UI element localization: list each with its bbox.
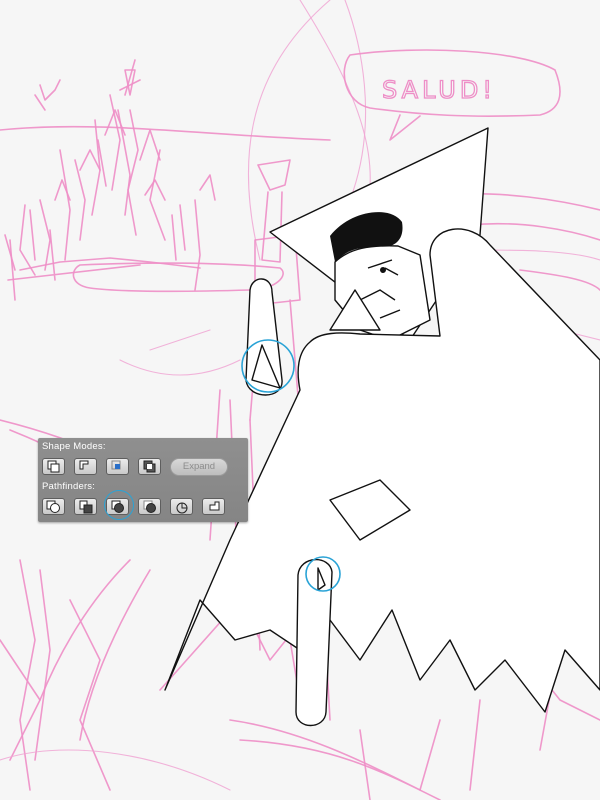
leg-shape: [295, 558, 333, 727]
merge-button-highlight: [104, 490, 134, 520]
outline-icon: [176, 502, 188, 514]
crop-button[interactable]: [138, 498, 161, 515]
divide-button[interactable]: [42, 498, 65, 515]
intersect-button[interactable]: [106, 458, 129, 475]
exclude-icon: [143, 460, 156, 473]
unite-icon: [47, 460, 60, 473]
unite-button[interactable]: [42, 458, 65, 475]
minus-front-icon: [79, 460, 89, 470]
left-arm-shape: [245, 278, 283, 396]
artboard-canvas[interactable]: SALUD!: [0, 0, 600, 800]
outline-button[interactable]: [170, 498, 193, 515]
minus-back-button[interactable]: [202, 498, 225, 515]
divide-icon: [46, 500, 60, 513]
minus-front-button[interactable]: [74, 458, 97, 475]
intersect-icon: [111, 460, 121, 470]
pathfinder-panel[interactable]: Shape Modes: Expand Pathfinders:: [38, 438, 248, 522]
speech-bubble-sketch: SALUD!: [343, 49, 561, 141]
trim-icon: [79, 500, 93, 514]
speech-bubble-text: SALUD!: [382, 76, 496, 104]
shape-modes-label: Shape Modes:: [42, 441, 106, 452]
trim-button[interactable]: [74, 498, 97, 515]
pathfinders-label: Pathfinders:: [42, 481, 96, 492]
exclude-button[interactable]: [138, 458, 161, 475]
expand-button[interactable]: Expand: [170, 458, 228, 476]
crop-icon: [143, 500, 156, 513]
vampire-character[interactable]: [164, 127, 600, 727]
minus-back-icon: [209, 501, 220, 511]
